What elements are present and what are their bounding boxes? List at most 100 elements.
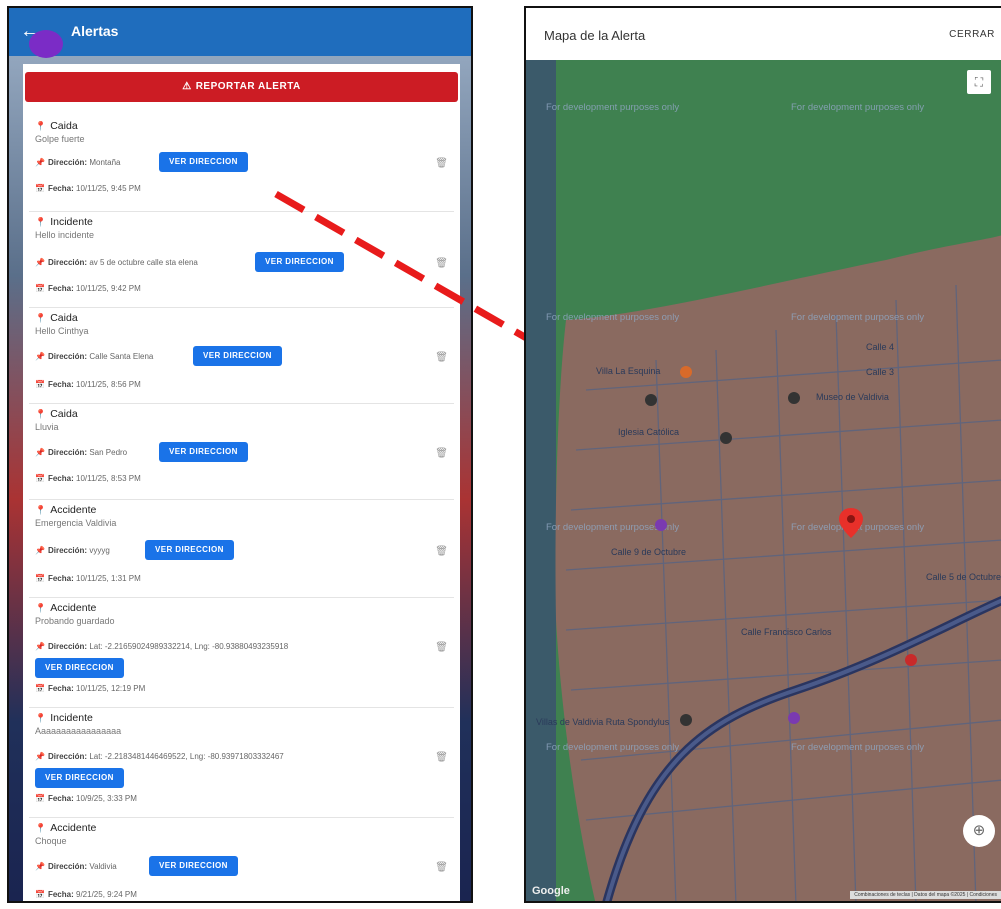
delete-icon[interactable]: 🗑 — [435, 448, 448, 459]
pin-icon: 📍 — [35, 121, 47, 131]
map-header: Mapa de la Alerta CERRAR — [526, 8, 1001, 60]
alert-description: Golpe fuerte — [35, 134, 85, 144]
calendar-icon: 📅 — [35, 474, 45, 483]
pushpin-icon: 📌 — [35, 546, 45, 555]
alert-type: 📍 Caida — [35, 312, 78, 324]
map-place-label: Iglesia Católica — [618, 427, 679, 437]
alert-card[interactable]: 📍 Incidente Hello incidente 📌 Dirección: av … — [29, 212, 454, 308]
alert-card[interactable]: 📍 Caida Hello Cinthya 📌 Dirección: Calle San… — [29, 308, 454, 404]
alert-card[interactable]: 📍 Accidente Probando guardado 📌 Dirección: L… — [29, 598, 454, 708]
google-map[interactable]: For development purposes only For develo… — [526, 60, 1001, 901]
google-logo: Google — [532, 885, 570, 897]
pushpin-icon: 📌 — [35, 258, 45, 267]
alert-fecha: 📅 Fecha: 10/11/25, 8:56 PM — [35, 380, 141, 389]
calendar-icon: 📅 — [35, 794, 45, 803]
ver-direccion-button[interactable]: VER DIRECCION — [159, 152, 248, 172]
ver-direccion-button[interactable]: VER DIRECCION — [35, 658, 124, 678]
pushpin-icon: 📌 — [35, 752, 45, 761]
alert-fecha: 📅 Fecha: 10/11/25, 9:42 PM — [35, 284, 141, 293]
delete-icon[interactable]: 🗑 — [435, 546, 448, 557]
poi-icon[interactable] — [788, 712, 800, 724]
alert-direccion: 📌 Dirección: Lat: -2.2183481446469522, Ln… — [35, 752, 284, 761]
map-place-label: Calle 9 de Octubre — [611, 547, 686, 557]
alert-description: Probando guardado — [35, 616, 115, 626]
alert-direccion: 📌 Dirección: Valdivia — [35, 862, 117, 871]
alert-type: 📍 Caida — [35, 120, 78, 132]
map-place-label: Calle 3 — [866, 367, 894, 377]
ver-direccion-button[interactable]: VER DIRECCION — [35, 768, 124, 788]
report-alert-button[interactable]: ⚠ REPORTAR ALERTA — [25, 72, 458, 102]
alert-type: 📍 Accidente — [35, 822, 97, 834]
fullscreen-icon[interactable]: ⛶ — [967, 70, 991, 94]
poi-icon[interactable] — [720, 432, 732, 444]
delete-icon[interactable]: 🗑 — [435, 158, 448, 169]
poi-icon[interactable] — [905, 654, 917, 666]
alert-fecha: 📅 Fecha: 10/11/25, 8:53 PM — [35, 474, 141, 483]
pushpin-icon: 📌 — [35, 862, 45, 871]
alert-description: Aaaaaaaaaaaaaaaaa — [35, 726, 122, 736]
poi-icon[interactable] — [680, 366, 692, 378]
alert-direccion: 📌 Dirección: Calle Santa Elena — [35, 352, 154, 361]
map-title: Mapa de la Alerta — [544, 28, 646, 43]
ver-direccion-button[interactable]: VER DIRECCION — [255, 252, 344, 272]
alerts-content: ⚠ REPORTAR ALERTA 📍 Caida Golpe fuerte 📌 Dire… — [23, 64, 460, 901]
alert-card[interactable]: 📍 Accidente Emergencia Valdivia 📌 Dirección:… — [29, 500, 454, 598]
ver-direccion-button[interactable]: VER DIRECCION — [193, 346, 282, 366]
touch-indicator — [29, 30, 63, 58]
map-attribution[interactable]: Combinaciones de teclas | Datos del mapa… — [850, 891, 1001, 899]
pushpin-icon: 📌 — [35, 158, 45, 167]
dev-watermark: For development purposes only — [791, 102, 924, 113]
delete-icon[interactable]: 🗑 — [435, 862, 448, 873]
dev-watermark: For development purposes only — [546, 102, 679, 113]
pushpin-icon: 📌 — [35, 448, 45, 457]
close-button[interactable]: CERRAR — [949, 29, 995, 40]
alert-type: 📍 Caida — [35, 408, 78, 420]
poi-icon[interactable] — [680, 714, 692, 726]
alert-card[interactable]: 📍 Caida Golpe fuerte 📌 Dirección: Montaña VER… — [29, 116, 454, 212]
ver-direccion-button[interactable]: VER DIRECCION — [145, 540, 234, 560]
alert-fecha: 📅 Fecha: 10/9/25, 3:33 PM — [35, 794, 137, 803]
alerts-screen: ← Alertas ⚠ REPORTAR ALERTA 📍 Caida Golpe f… — [7, 6, 473, 903]
map-place-label: Villas de Valdivia Ruta Spondylus — [536, 717, 670, 727]
pin-icon: 📍 — [35, 313, 47, 323]
alert-description: Emergencia Valdivia — [35, 518, 117, 528]
pushpin-icon: 📌 — [35, 642, 45, 651]
map-place-label: Calle 4 — [866, 342, 894, 352]
poi-icon[interactable] — [655, 519, 667, 531]
alert-description: Choque — [35, 836, 67, 846]
alert-description: Hello incidente — [35, 230, 95, 240]
poi-icon[interactable] — [645, 394, 657, 406]
dev-watermark: For development purposes only — [546, 742, 679, 753]
delete-icon[interactable]: 🗑 — [435, 752, 448, 763]
alert-type: 📍 Accidente — [35, 602, 97, 614]
alert-description: Hello Cinthya — [35, 326, 89, 336]
delete-icon[interactable]: 🗑 — [435, 352, 448, 363]
alert-direccion: 📌 Dirección: Lat: -2.21659024989332214, L… — [35, 642, 289, 651]
map-dialog: Mapa de la Alerta CERRAR For development… — [524, 6, 1001, 903]
alert-fecha: 📅 Fecha: 9/21/25, 9:24 PM — [35, 890, 137, 899]
delete-icon[interactable]: 🗑 — [435, 642, 448, 653]
alert-card[interactable]: 📍 Accidente Choque 📌 Dirección: Valdivia VER … — [29, 818, 454, 901]
alert-type: 📍 Incidente — [35, 216, 93, 228]
ver-direccion-button[interactable]: VER DIRECCION — [149, 856, 238, 876]
map-canvas[interactable]: For development purposes only For develo… — [526, 60, 1001, 903]
delete-icon[interactable]: 🗑 — [435, 258, 448, 269]
pin-icon: 📍 — [35, 217, 47, 227]
map-place-label: Calle 5 de Octubre — [926, 572, 1001, 582]
alert-type: 📍 Accidente — [35, 504, 97, 516]
calendar-icon: 📅 — [35, 890, 45, 899]
calendar-icon: 📅 — [35, 184, 45, 193]
alert-card[interactable]: 📍 Caida Lluvia 📌 Dirección: San Pedro VER DIR… — [29, 404, 454, 500]
locate-icon[interactable]: ⊕ — [963, 815, 995, 847]
map-place-label: Villa La Esquina — [596, 366, 660, 376]
alert-fecha: 📅 Fecha: 10/11/25, 9:45 PM — [35, 184, 141, 193]
map-place-label: Calle Francisco Carlos — [741, 627, 832, 637]
alert-description: Lluvia — [35, 422, 59, 432]
calendar-icon: 📅 — [35, 574, 45, 583]
poi-icon[interactable] — [788, 392, 800, 404]
dev-watermark: For development purposes only — [791, 312, 924, 323]
ver-direccion-button[interactable]: VER DIRECCION — [159, 442, 248, 462]
alert-card[interactable]: 📍 Incidente Aaaaaaaaaaaaaaaaa 📌 Dirección: L… — [29, 708, 454, 818]
alert-direccion: 📌 Dirección: Montaña — [35, 158, 121, 167]
page-title: Alertas — [71, 23, 119, 39]
